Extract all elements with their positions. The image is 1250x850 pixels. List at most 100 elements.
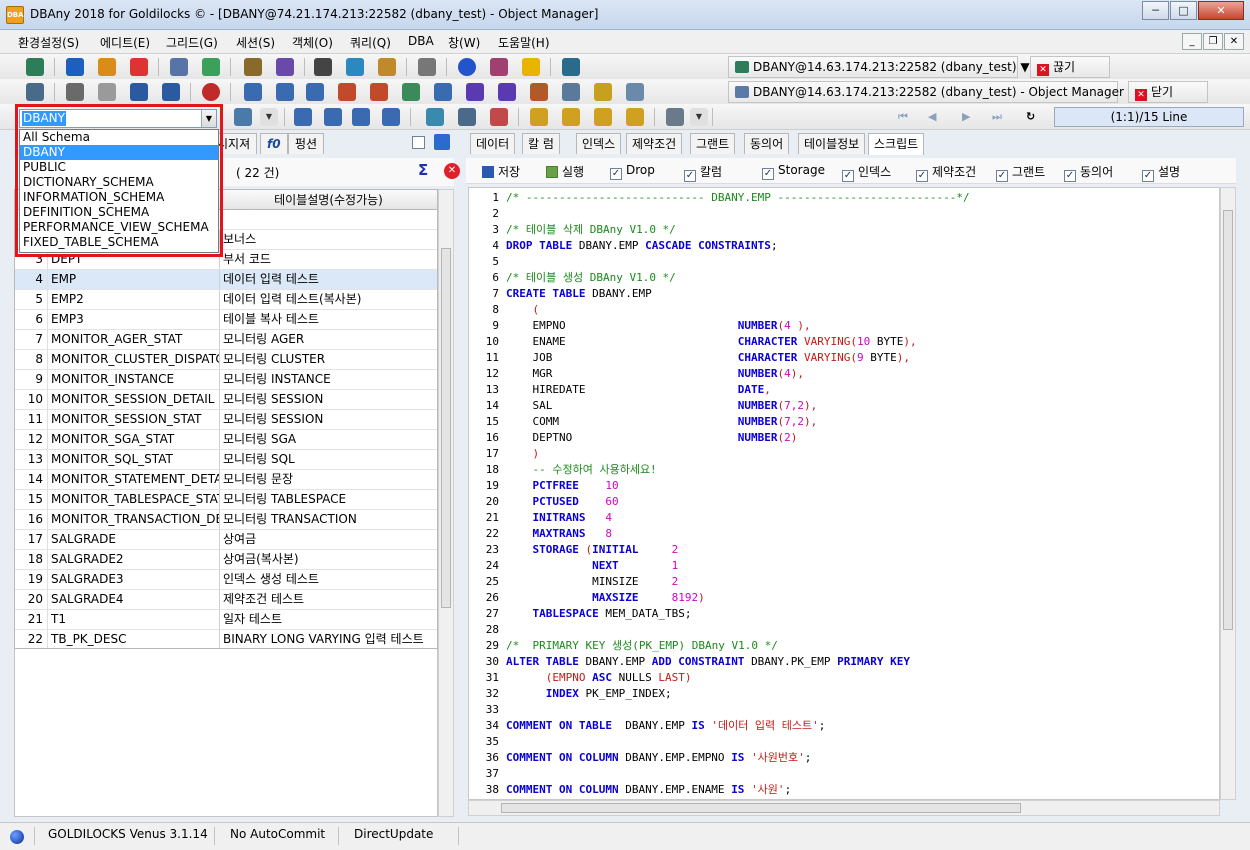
option-synonyms[interactable]: ✓ 동의어 — [1064, 163, 1113, 182]
search-doc-icon[interactable] — [418, 58, 436, 76]
db-icon[interactable] — [522, 58, 540, 76]
tab-indexes[interactable]: 인덱스 — [576, 133, 622, 154]
table-edit-icon[interactable] — [306, 83, 324, 101]
menu-settings[interactable]: 환경설정(S) — [18, 34, 79, 51]
option-constraints[interactable]: ✓ 제약조건 — [916, 163, 976, 182]
pin-icon[interactable] — [434, 134, 450, 150]
tab-table-info[interactable]: 테이블정보 — [798, 133, 866, 154]
left-checkbox[interactable] — [412, 136, 425, 149]
table-row[interactable]: 17 SALGRADE 상여금 — [15, 530, 437, 550]
table-delete-icon[interactable] — [338, 83, 356, 101]
table-row[interactable]: 3 DEPT 부서 코드 — [15, 250, 437, 270]
view-icon[interactable] — [434, 83, 452, 101]
table-row[interactable]: 16 MONITOR_TRANSACTION_DETAIL모니터링 TRANSAC… — [15, 510, 437, 530]
grid-save-icon[interactable] — [352, 108, 370, 126]
text-icon[interactable] — [130, 83, 148, 101]
layout-dropdown-icon[interactable]: ▼ — [690, 108, 708, 126]
maximize-button[interactable]: □ — [1170, 1, 1197, 20]
sigma-sum-icon[interactable] — [466, 83, 484, 101]
tab-constraints[interactable]: 제약조건 — [626, 133, 683, 154]
table-description[interactable]: 모니터링 AGER — [219, 330, 437, 349]
minimize-button[interactable]: ─ — [1142, 1, 1169, 20]
prev-record-icon[interactable]: ◀ — [928, 110, 936, 123]
menu-dba[interactable]: DBA — [408, 34, 434, 48]
table-row[interactable]: 22 TB_PK_DESC BINARY LONG VARYING 입력 테스트 — [15, 630, 437, 648]
table-row[interactable]: 21 T1 일자 테스트 — [15, 610, 437, 630]
run-script-button[interactable]: 실행 — [546, 163, 584, 180]
next-record-icon[interactable]: ▶ — [962, 110, 970, 123]
close-window-button[interactable]: ✕ 닫기 — [1128, 81, 1208, 103]
table-add-icon[interactable] — [276, 83, 294, 101]
first-record-icon[interactable]: ⏮ — [898, 110, 908, 124]
table-description[interactable]: 데이터 입력 테스트(복사본) — [219, 290, 437, 309]
schema-option[interactable]: FIXED_TABLE_SCHEMA — [20, 235, 218, 250]
checklist-icon[interactable] — [490, 108, 508, 126]
table-row[interactable]: 13 MONITOR_SQL_STAT 모니터링 SQL — [15, 450, 437, 470]
cancel-icon[interactable]: ✕ — [444, 163, 460, 179]
connection-selector-top[interactable]: DBANY@14.63.174.213:22582 (dbany_test) ▼ — [728, 56, 1030, 78]
schema-option[interactable]: All Schema — [20, 130, 218, 145]
menu-window[interactable]: 창(W) — [448, 34, 480, 51]
option-comments[interactable]: ✓ 설명 — [1142, 163, 1180, 182]
disconnect-button[interactable]: ✕ 끊기 — [1030, 56, 1110, 78]
option-columns[interactable]: ✓ 칼럼 — [684, 163, 722, 182]
tab-columns[interactable]: 칼 럼 — [522, 133, 560, 154]
table-row[interactable]: 15 MONITOR_TABLESPACE_STAT 모니터링 TABLESPACE — [15, 490, 437, 510]
header-description[interactable]: 테이블설명(수정가능) — [219, 190, 437, 210]
table-description[interactable]: 제약조건 테스트 — [219, 590, 437, 609]
cube-icon[interactable] — [490, 58, 508, 76]
table-row[interactable]: 10 MONITOR_SESSION_DETAIL 모니터링 SESSION — [15, 390, 437, 410]
monitor-icon[interactable] — [346, 58, 364, 76]
export-txt-icon[interactable] — [626, 108, 644, 126]
table-description[interactable]: 모니터링 SGA — [219, 430, 437, 449]
export-csv-icon[interactable] — [594, 108, 612, 126]
export-icon[interactable] — [530, 108, 548, 126]
print-icon[interactable] — [66, 83, 84, 101]
option-indexes[interactable]: ✓ 인덱스 — [842, 163, 891, 182]
table-description[interactable]: 테이블 복사 테스트 — [219, 310, 437, 329]
grid-refresh-icon[interactable] — [382, 108, 400, 126]
menu-grid[interactable]: 그리드(G) — [166, 34, 218, 51]
schema-option[interactable]: DBANY — [20, 145, 218, 160]
tab-synonyms[interactable]: 동의어 — [744, 133, 790, 154]
table-row[interactable]: 11 MONITOR_SESSION_STAT 모니터링 SESSION — [15, 410, 437, 430]
scroll-thumb[interactable] — [501, 803, 1021, 813]
left-vertical-scrollbar[interactable] — [438, 189, 454, 817]
table-description[interactable]: 모니터링 CLUSTER — [219, 350, 437, 369]
table-row[interactable]: 4 EMP 데이터 입력 테스트 — [15, 270, 437, 290]
sum-icon[interactable]: Σ — [418, 161, 428, 179]
table-description[interactable]: 데이터 입력 테스트 — [219, 270, 437, 289]
tab-grants[interactable]: 그랜트 — [690, 133, 736, 154]
list-icon[interactable] — [170, 58, 188, 76]
save-script-button[interactable]: 저장 — [482, 163, 520, 180]
window-icon[interactable] — [626, 83, 644, 101]
table-description[interactable]: 부서 코드 — [219, 250, 437, 269]
layout-icon[interactable] — [666, 108, 684, 126]
mdi-close-button[interactable]: ✕ — [1224, 33, 1244, 50]
mdi-minimize-button[interactable]: _ — [1182, 33, 1202, 50]
bar-chart-icon[interactable] — [314, 58, 332, 76]
table-description[interactable]: 모니터링 SESSION — [219, 390, 437, 409]
schema-option[interactable]: INFORMATION_SCHEMA — [20, 190, 218, 205]
people-icon[interactable] — [244, 58, 262, 76]
grid-icon[interactable] — [202, 58, 220, 76]
chevron-down-icon[interactable]: ▼ — [201, 110, 216, 127]
tab-functions[interactable]: 펑션 — [288, 133, 325, 154]
table-icon[interactable] — [244, 83, 262, 101]
menu-query[interactable]: 쿼리(Q) — [350, 34, 391, 51]
mdi-restore-button[interactable]: ❐ — [1203, 33, 1223, 50]
refresh-icon[interactable]: ↻ — [1026, 110, 1035, 123]
report-icon[interactable] — [378, 58, 396, 76]
filter-icon[interactable] — [562, 83, 580, 101]
table-description[interactable]: 상여금 — [219, 530, 437, 549]
table-row[interactable]: 7 MONITOR_AGER_STAT 모니터링 AGER — [15, 330, 437, 350]
exit-icon[interactable] — [562, 58, 580, 76]
table-description[interactable]: 모니터링 INSTANCE — [219, 370, 437, 389]
menu-session[interactable]: 세션(S) — [236, 34, 275, 51]
grid-add-icon[interactable] — [294, 108, 312, 126]
table-description[interactable]: 보너스 — [219, 230, 437, 249]
connect-icon[interactable] — [26, 58, 44, 76]
paste-icon[interactable] — [458, 108, 476, 126]
record-icon[interactable] — [202, 83, 220, 101]
table-row[interactable]: 12 MONITOR_SGA_STAT 모니터링 SGA — [15, 430, 437, 450]
